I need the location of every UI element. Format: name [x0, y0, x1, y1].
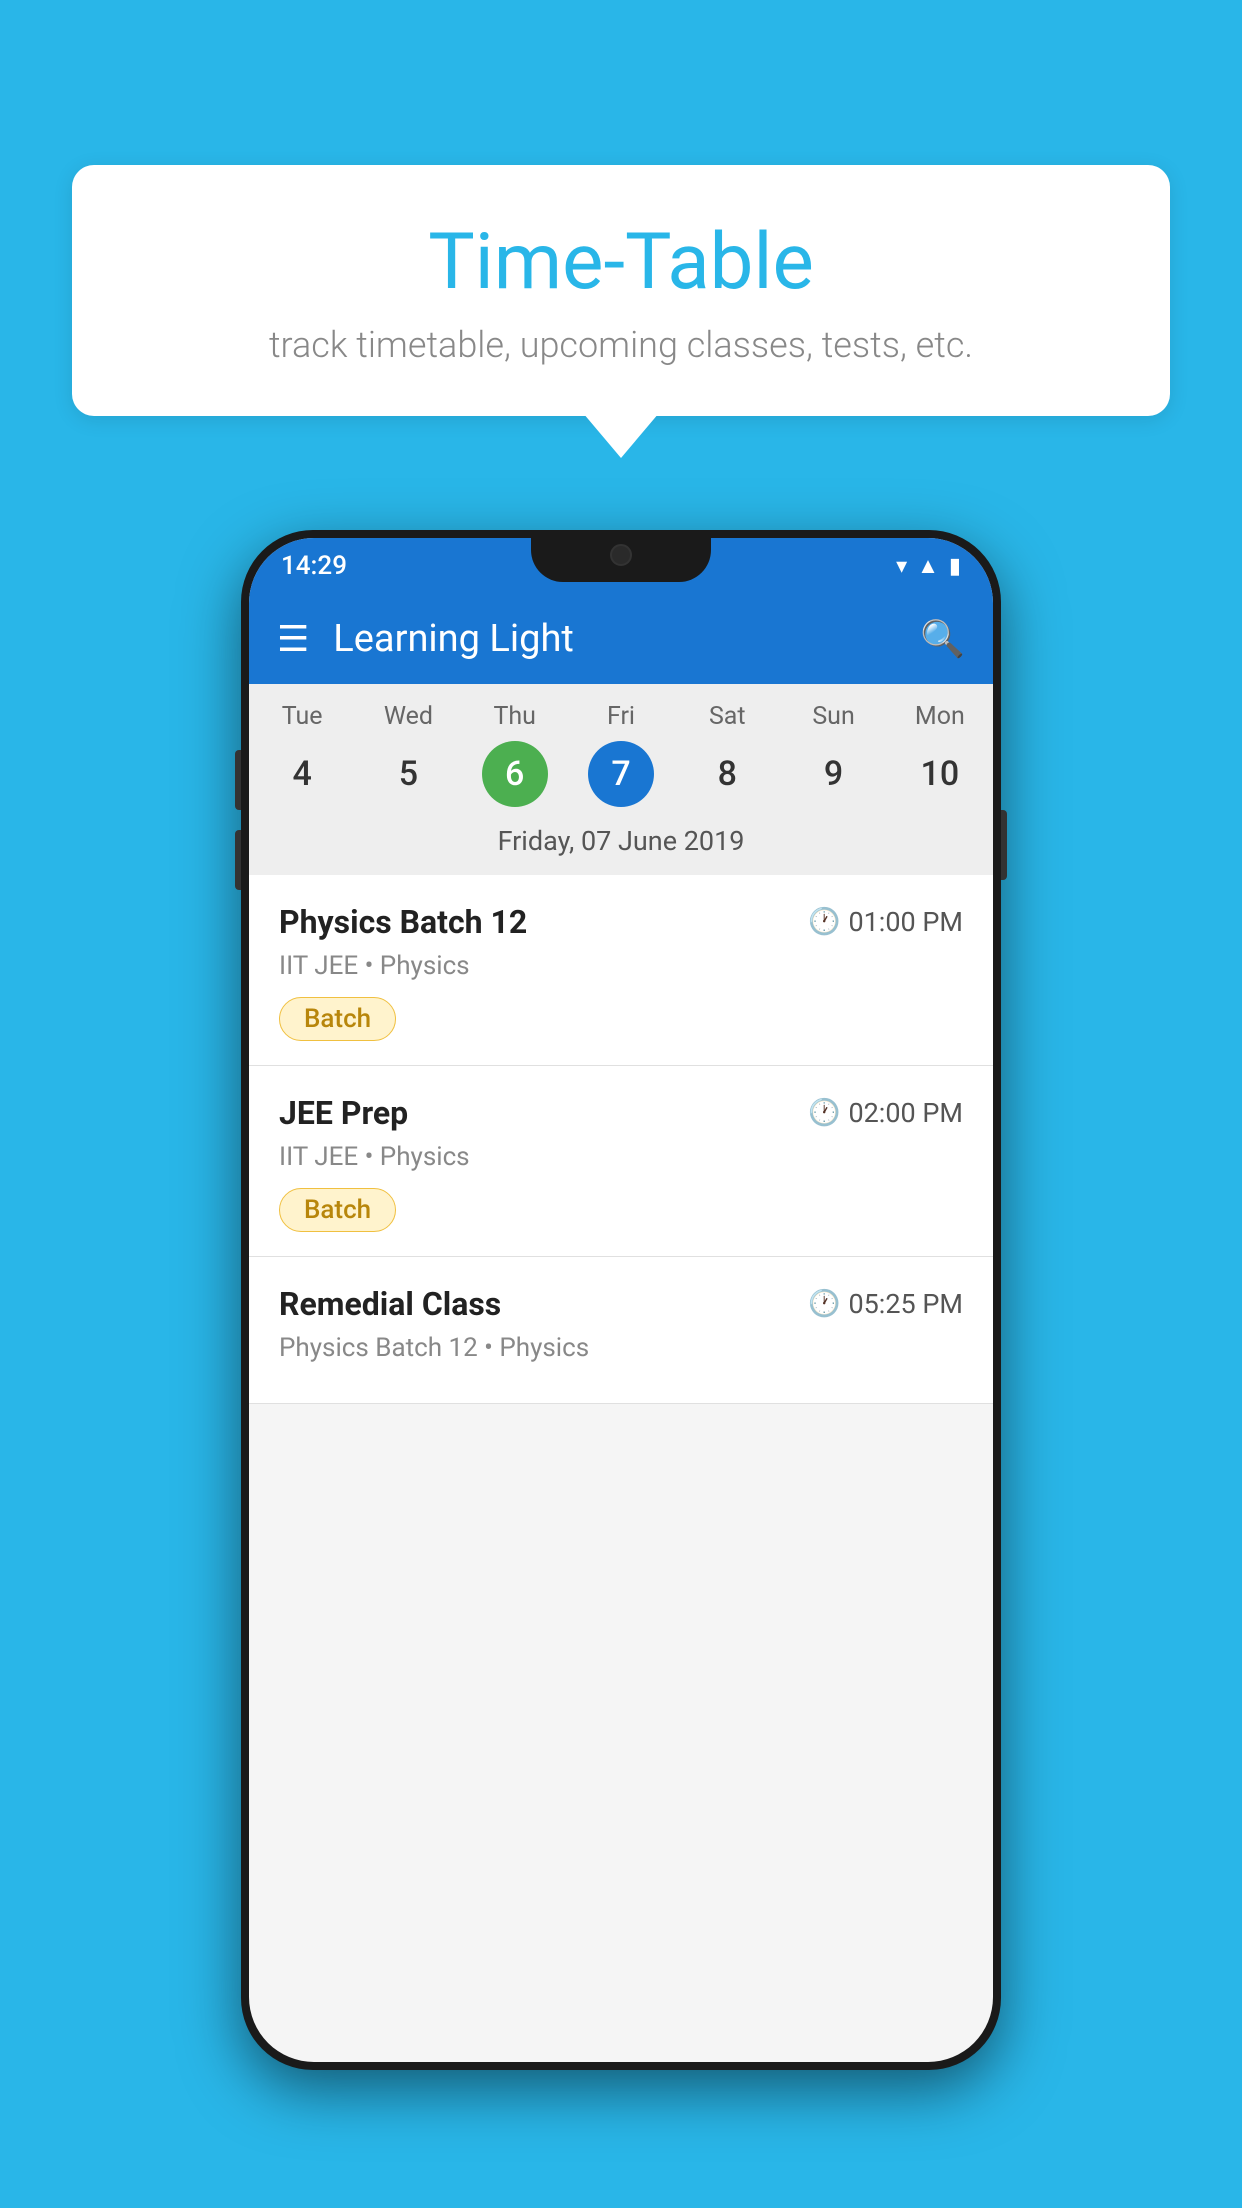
class-list: Physics Batch 12 🕐 01:00 PM IIT JEE • Physi… [249, 875, 993, 1404]
phone-outer: 14:29 ▾ ▲ ▮ ☰ Learning Light 🔍 Tue4Wed5T… [241, 530, 1001, 2070]
day-col[interactable]: Mon 10 [887, 702, 993, 807]
clock-icon: 🕐 [808, 1289, 840, 1319]
day-number[interactable]: 4 [269, 741, 335, 807]
day-col[interactable]: Sun 9 [780, 702, 886, 807]
class-time-value: 01:00 PM [848, 906, 963, 938]
day-col[interactable]: Sat 8 [674, 702, 780, 807]
batch-tag: Batch [279, 997, 396, 1041]
clock-icon: 🕐 [808, 1098, 840, 1128]
class-time: 🕐 02:00 PM [808, 1097, 963, 1129]
hamburger-icon[interactable]: ☰ [277, 621, 309, 657]
class-meta: IIT JEE • Physics [279, 1142, 963, 1172]
power-button [1001, 810, 1007, 880]
day-number[interactable]: 8 [694, 741, 760, 807]
day-name: Tue [282, 702, 323, 731]
day-name: Fri [607, 702, 635, 731]
app-bar: ☰ Learning Light 🔍 [249, 594, 993, 684]
day-number[interactable]: 7 [588, 741, 654, 807]
phone-camera [610, 544, 632, 566]
phone-screen: 14:29 ▾ ▲ ▮ ☰ Learning Light 🔍 Tue4Wed5T… [249, 538, 993, 2062]
day-number[interactable]: 6 [482, 741, 548, 807]
day-col[interactable]: Wed 5 [355, 702, 461, 807]
class-time-value: 05:25 PM [848, 1288, 963, 1320]
class-meta: Physics Batch 12 • Physics [279, 1333, 963, 1363]
day-col[interactable]: Fri 7 [568, 702, 674, 807]
class-name: Physics Batch 12 [279, 903, 527, 941]
selected-date-label: Friday, 07 June 2019 [249, 815, 993, 875]
status-time: 14:29 [281, 551, 347, 581]
class-item[interactable]: JEE Prep 🕐 02:00 PM IIT JEE • Physics Batch [249, 1066, 993, 1257]
vol-down-button [235, 830, 241, 890]
bubble-title: Time-Table [132, 220, 1110, 306]
signal-icon: ▲ [917, 553, 939, 579]
class-item-header: JEE Prep 🕐 02:00 PM [279, 1094, 963, 1132]
phone-wrapper: 14:29 ▾ ▲ ▮ ☰ Learning Light 🔍 Tue4Wed5T… [241, 530, 1001, 2070]
speech-bubble-container: Time-Table track timetable, upcoming cla… [72, 165, 1170, 416]
class-time: 🕐 01:00 PM [808, 906, 963, 938]
day-name: Sun [812, 702, 854, 731]
bubble-subtitle: track timetable, upcoming classes, tests… [132, 324, 1110, 366]
calendar-container: Tue 4 Wed 5 Thu 6 Fri 7 Sat 8 Sun 9 Mon 10 Friday, 07… [249, 684, 993, 875]
day-number[interactable]: 10 [907, 741, 973, 807]
phone-notch [531, 530, 711, 582]
class-item[interactable]: Physics Batch 12 🕐 01:00 PM IIT JEE • Physi… [249, 875, 993, 1066]
class-name: Remedial Class [279, 1285, 501, 1323]
week-days-row: Tue 4 Wed 5 Thu 6 Fri 7 Sat 8 Sun 9 Mon 10 [249, 684, 993, 815]
class-item[interactable]: Remedial Class 🕐 05:25 PM Physics Batch 12 … [249, 1257, 993, 1404]
day-name: Thu [493, 702, 535, 731]
day-col[interactable]: Tue 4 [249, 702, 355, 807]
clock-icon: 🕐 [808, 907, 840, 937]
class-meta: IIT JEE • Physics [279, 951, 963, 981]
wifi-icon: ▾ [896, 554, 907, 579]
day-col[interactable]: Thu 6 [462, 702, 568, 807]
speech-bubble: Time-Table track timetable, upcoming cla… [72, 165, 1170, 416]
day-number[interactable]: 9 [801, 741, 867, 807]
vol-up-button [235, 750, 241, 810]
batch-tag: Batch [279, 1188, 396, 1232]
class-item-header: Physics Batch 12 🕐 01:00 PM [279, 903, 963, 941]
class-time: 🕐 05:25 PM [808, 1288, 963, 1320]
day-name: Sat [709, 702, 746, 731]
battery-icon: ▮ [949, 554, 961, 579]
class-name: JEE Prep [279, 1094, 408, 1132]
status-icons: ▾ ▲ ▮ [896, 553, 961, 579]
search-icon[interactable]: 🔍 [920, 618, 965, 660]
class-time-value: 02:00 PM [848, 1097, 963, 1129]
day-name: Wed [384, 702, 433, 731]
day-name: Mon [915, 702, 965, 731]
class-item-header: Remedial Class 🕐 05:25 PM [279, 1285, 963, 1323]
day-number[interactable]: 5 [375, 741, 441, 807]
app-title: Learning Light [333, 617, 896, 661]
